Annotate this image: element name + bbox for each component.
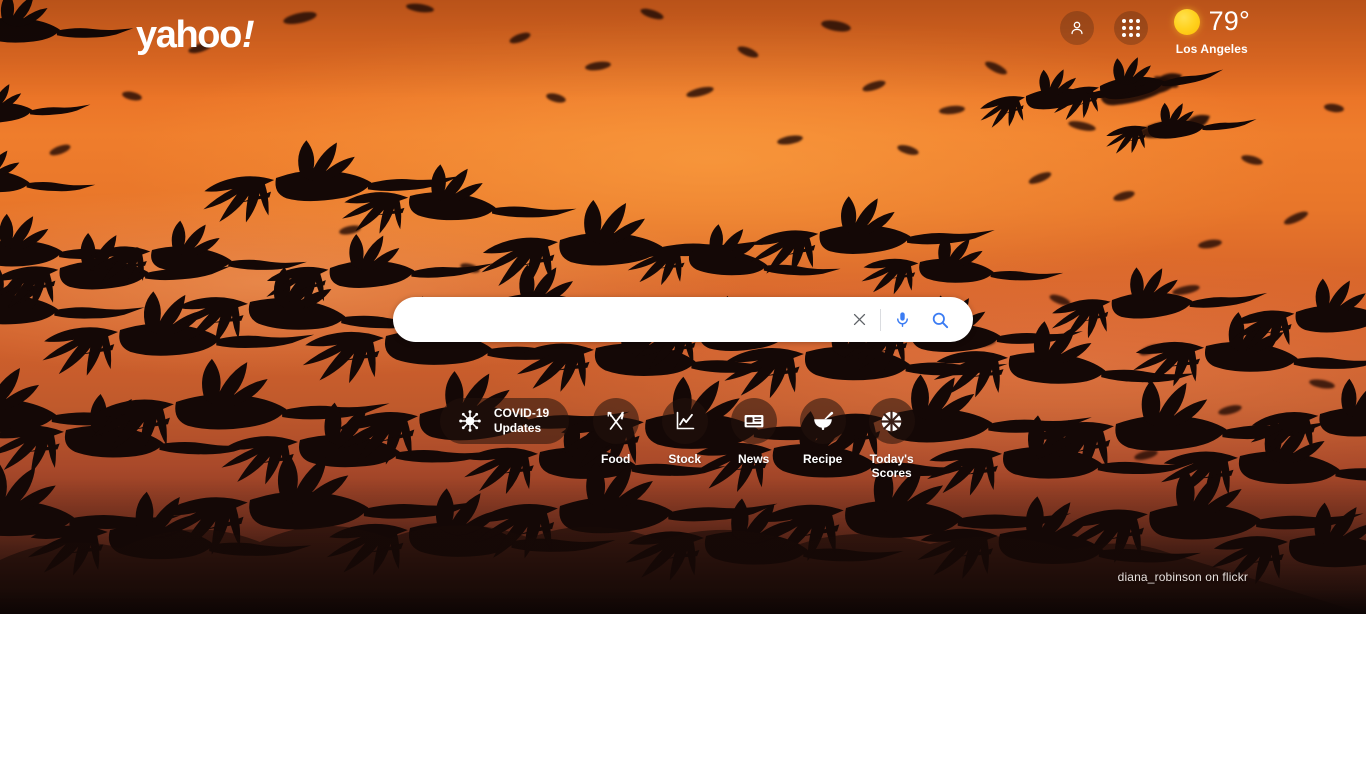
sun-icon xyxy=(1173,8,1200,35)
shortcut-scores-circle xyxy=(868,398,915,444)
fork-knife-icon xyxy=(607,411,624,430)
basketball-icon xyxy=(880,410,903,432)
shortcut-covid-label-line1: COVID-19 xyxy=(493,406,550,420)
yahoo-logo[interactable]: yahoo! xyxy=(136,14,255,56)
header-right-group: 79° Los Angeles xyxy=(1059,0,1366,78)
hero-banner: yahoo! 79° Los Angeles COVID-19 Updates … xyxy=(0,0,1366,614)
shortcut-food[interactable]: Food xyxy=(581,398,650,466)
yahoo-logo-exclamation: ! xyxy=(241,14,255,56)
shortcut-news-label: News xyxy=(737,452,770,466)
person-icon xyxy=(1070,21,1083,35)
shortcut-news[interactable]: News xyxy=(719,398,788,466)
shortcut-stock-circle xyxy=(661,398,708,444)
search-divider xyxy=(880,308,881,331)
header-temperature: 79° xyxy=(1208,6,1250,36)
search-magnifier-icon xyxy=(932,312,949,328)
newspaper-icon xyxy=(744,415,764,428)
photo-credit[interactable]: diana_robinson on flickr xyxy=(1118,570,1248,584)
shortcut-scores-label-line1: Today's xyxy=(869,452,914,466)
shortcut-recipe-label: Recipe xyxy=(802,452,843,466)
apps-grid-icon xyxy=(1121,19,1140,37)
search-box[interactable] xyxy=(393,297,973,342)
shortcut-stock[interactable]: Stock xyxy=(650,398,719,466)
shortcut-scores-label: Today's Scores xyxy=(870,452,914,480)
close-x-icon xyxy=(853,313,865,326)
shortcut-recipe[interactable]: Recipe xyxy=(788,398,857,466)
page-header: yahoo! 79° Los Angeles xyxy=(0,0,1366,78)
apps-grid-button[interactable] xyxy=(1113,11,1148,45)
shortcut-news-circle xyxy=(730,398,777,444)
line-chart-icon xyxy=(676,411,694,430)
microphone-icon xyxy=(896,312,908,327)
shortcut-todays-scores[interactable]: Today's Scores xyxy=(857,398,926,480)
shortcuts-row: COVID-19 Updates Food Stock News Recipe … xyxy=(0,398,1366,480)
shortcut-covid-updates[interactable]: COVID-19 Updates xyxy=(439,398,570,444)
mortar-pestle-icon xyxy=(813,411,833,430)
shortcut-covid-label: COVID-19 Updates xyxy=(494,406,549,436)
header-weather-city: Los Angeles xyxy=(1175,42,1248,56)
search-area xyxy=(393,297,973,342)
search-submit-button[interactable] xyxy=(921,297,959,342)
shortcut-food-circle xyxy=(592,398,639,444)
header-weather-widget[interactable]: 79° Los Angeles xyxy=(1173,6,1250,56)
shortcut-food-label: Food xyxy=(601,452,631,466)
voice-search-button[interactable] xyxy=(883,297,921,342)
profile-button[interactable] xyxy=(1059,11,1094,45)
yahoo-logo-text: yahoo xyxy=(136,14,242,56)
shortcut-stock-label: Stock xyxy=(668,452,702,466)
search-clear-button[interactable] xyxy=(840,297,878,342)
shortcut-covid-label-line2: Updates xyxy=(493,421,542,435)
virus-icon xyxy=(459,410,481,432)
header-weather-row: 79° xyxy=(1173,6,1250,36)
shortcut-recipe-circle xyxy=(799,398,846,444)
content-strip: LI VS F EP 10 SAT Los Angeles CA xyxy=(0,614,1366,768)
search-input[interactable] xyxy=(393,297,840,342)
shortcut-scores-label-line2: Scores xyxy=(871,466,912,481)
